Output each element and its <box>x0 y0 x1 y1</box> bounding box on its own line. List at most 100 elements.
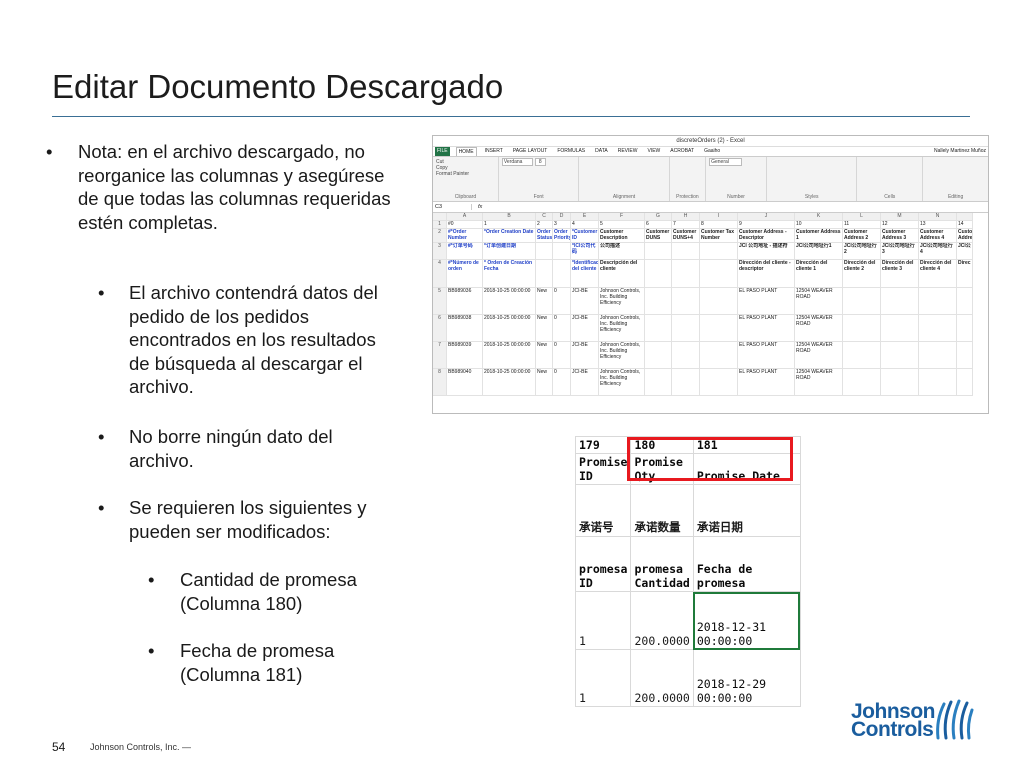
table-cell[interactable] <box>957 288 973 315</box>
table-cell[interactable]: #*Order Number <box>447 229 483 243</box>
column-header[interactable]: K <box>795 213 843 221</box>
table-cell[interactable]: JCI-BE <box>571 342 599 369</box>
table-cell[interactable]: Order Priority <box>553 229 571 243</box>
table-cell[interactable] <box>881 288 919 315</box>
table-cell[interactable] <box>881 369 919 396</box>
table-cell[interactable]: 9 <box>738 221 795 229</box>
table-cell[interactable]: * Orden de Creación Fecha <box>483 260 536 288</box>
number-format-select[interactable]: General <box>709 158 742 166</box>
table-cell[interactable]: JCI-BE <box>571 288 599 315</box>
table-cell[interactable] <box>645 342 672 369</box>
formula-input[interactable] <box>488 203 988 211</box>
column-header[interactable] <box>957 213 973 221</box>
table-cell[interactable]: 0 <box>553 342 571 369</box>
table-cell[interactable]: Johnson Controls, Inc. Building Efficien… <box>599 288 645 315</box>
table-cell[interactable]: *Customer ID <box>571 229 599 243</box>
table-cell[interactable] <box>672 288 700 315</box>
table-cell[interactable]: New <box>536 315 553 342</box>
table-cell[interactable] <box>645 243 672 260</box>
column-header[interactable]: I <box>700 213 738 221</box>
table-cell[interactable] <box>700 369 738 396</box>
table-cell[interactable]: 8 <box>700 221 738 229</box>
table-cell[interactable]: JCI公司地址行1 <box>795 243 843 260</box>
table-cell[interactable]: JCI公 <box>957 243 973 260</box>
font-name-select[interactable]: Verdana <box>501 158 534 166</box>
table-cell[interactable]: *Order Creation Date <box>483 229 536 243</box>
table-cell[interactable]: Johnson Controls, Inc. Building Efficien… <box>599 342 645 369</box>
row-header[interactable]: 5 <box>433 288 447 315</box>
row-header[interactable]: 3 <box>433 243 447 260</box>
table-cell[interactable]: *ICI公司代码 <box>571 243 599 260</box>
row-header[interactable]: 4 <box>433 260 447 288</box>
table-cell[interactable]: Customer Address 3 <box>881 229 919 243</box>
row-header[interactable]: 6 <box>433 315 447 342</box>
column-header[interactable]: M <box>881 213 919 221</box>
table-cell[interactable]: 12504 WEAVER ROAD <box>795 342 843 369</box>
table-cell[interactable]: 13 <box>919 221 957 229</box>
table-cell[interactable] <box>672 342 700 369</box>
table-cell[interactable]: Customer DUNS <box>645 229 672 243</box>
table-cell[interactable]: 12 <box>881 221 919 229</box>
table-cell[interactable]: JCI-BE <box>571 369 599 396</box>
table-cell[interactable] <box>919 288 957 315</box>
table-cell[interactable]: Dirección del cliente - descriptor <box>738 260 795 288</box>
table-cell[interactable]: 2018-10-25 00:00:00 <box>483 369 536 396</box>
column-header[interactable]: A <box>447 213 483 221</box>
table-cell[interactable]: 6 <box>645 221 672 229</box>
table-cell[interactable]: 7 <box>672 221 700 229</box>
table-cell[interactable]: 公司描述 <box>599 243 645 260</box>
table-cell[interactable]: JCI公司地址行3 <box>881 243 919 260</box>
table-cell[interactable]: 10 <box>795 221 843 229</box>
table-cell[interactable] <box>536 260 553 288</box>
tab-page-layout[interactable]: PAGE LAYOUT <box>511 147 550 156</box>
row-header[interactable]: 2 <box>433 229 447 243</box>
column-header[interactable]: D <box>553 213 571 221</box>
table-cell[interactable] <box>553 243 571 260</box>
table-cell[interactable]: 2018-10-25 00:00:00 <box>483 288 536 315</box>
table-cell[interactable]: New <box>536 288 553 315</box>
table-cell[interactable]: BB989039 <box>447 342 483 369</box>
table-cell[interactable]: 12504 WEAVER ROAD <box>795 369 843 396</box>
table-cell[interactable]: Customer Address 4 <box>919 229 957 243</box>
row-header[interactable]: 8 <box>433 369 447 396</box>
table-cell[interactable] <box>843 315 881 342</box>
table-cell[interactable]: Custo Addre <box>957 229 973 243</box>
table-cell[interactable]: #0 <box>447 221 483 229</box>
tab-view[interactable]: VIEW <box>645 147 662 156</box>
column-header[interactable]: B <box>483 213 536 221</box>
table-cell[interactable] <box>919 369 957 396</box>
column-header[interactable]: G <box>645 213 672 221</box>
table-cell[interactable]: Descripción del cliente <box>599 260 645 288</box>
table-cell[interactable]: *Identificación del cliente <box>571 260 599 288</box>
column-header[interactable]: H <box>672 213 700 221</box>
table-cell[interactable]: 4 <box>571 221 599 229</box>
table-cell[interactable]: Dirección del cliente 2 <box>843 260 881 288</box>
table-cell[interactable]: BB989038 <box>447 315 483 342</box>
table-cell[interactable]: Customer Description <box>599 229 645 243</box>
row-header[interactable]: 1 <box>433 221 447 229</box>
table-cell[interactable] <box>881 342 919 369</box>
column-header[interactable] <box>433 213 447 221</box>
table-cell[interactable]: Customer Address - Descriptor <box>738 229 795 243</box>
table-cell[interactable]: JCI 公司地址 - 描述符 <box>738 243 795 260</box>
table-cell[interactable] <box>957 342 973 369</box>
table-cell[interactable]: Dirección del cliente 1 <box>795 260 843 288</box>
column-header[interactable]: N <box>919 213 957 221</box>
table-cell[interactable]: #*Número de orden <box>447 260 483 288</box>
table-cell[interactable]: 2 <box>536 221 553 229</box>
table-cell[interactable]: Customer Address 1 <box>795 229 843 243</box>
table-cell[interactable]: 11 <box>843 221 881 229</box>
table-cell[interactable] <box>645 315 672 342</box>
table-cell[interactable]: 2018-10-25 00:00:00 <box>483 342 536 369</box>
table-cell[interactable]: 1 <box>483 221 536 229</box>
table-cell[interactable]: Johnson Controls, Inc. Building Efficien… <box>599 369 645 396</box>
table-cell[interactable] <box>645 288 672 315</box>
table-cell[interactable] <box>536 243 553 260</box>
table-cell[interactable] <box>553 260 571 288</box>
table-cell[interactable]: Dirección del cliente 4 <box>919 260 957 288</box>
column-header[interactable]: E <box>571 213 599 221</box>
tab-formulas[interactable]: FORMULAS <box>555 147 587 156</box>
table-cell[interactable]: New <box>536 342 553 369</box>
table-cell[interactable]: New <box>536 369 553 396</box>
table-cell[interactable] <box>881 315 919 342</box>
